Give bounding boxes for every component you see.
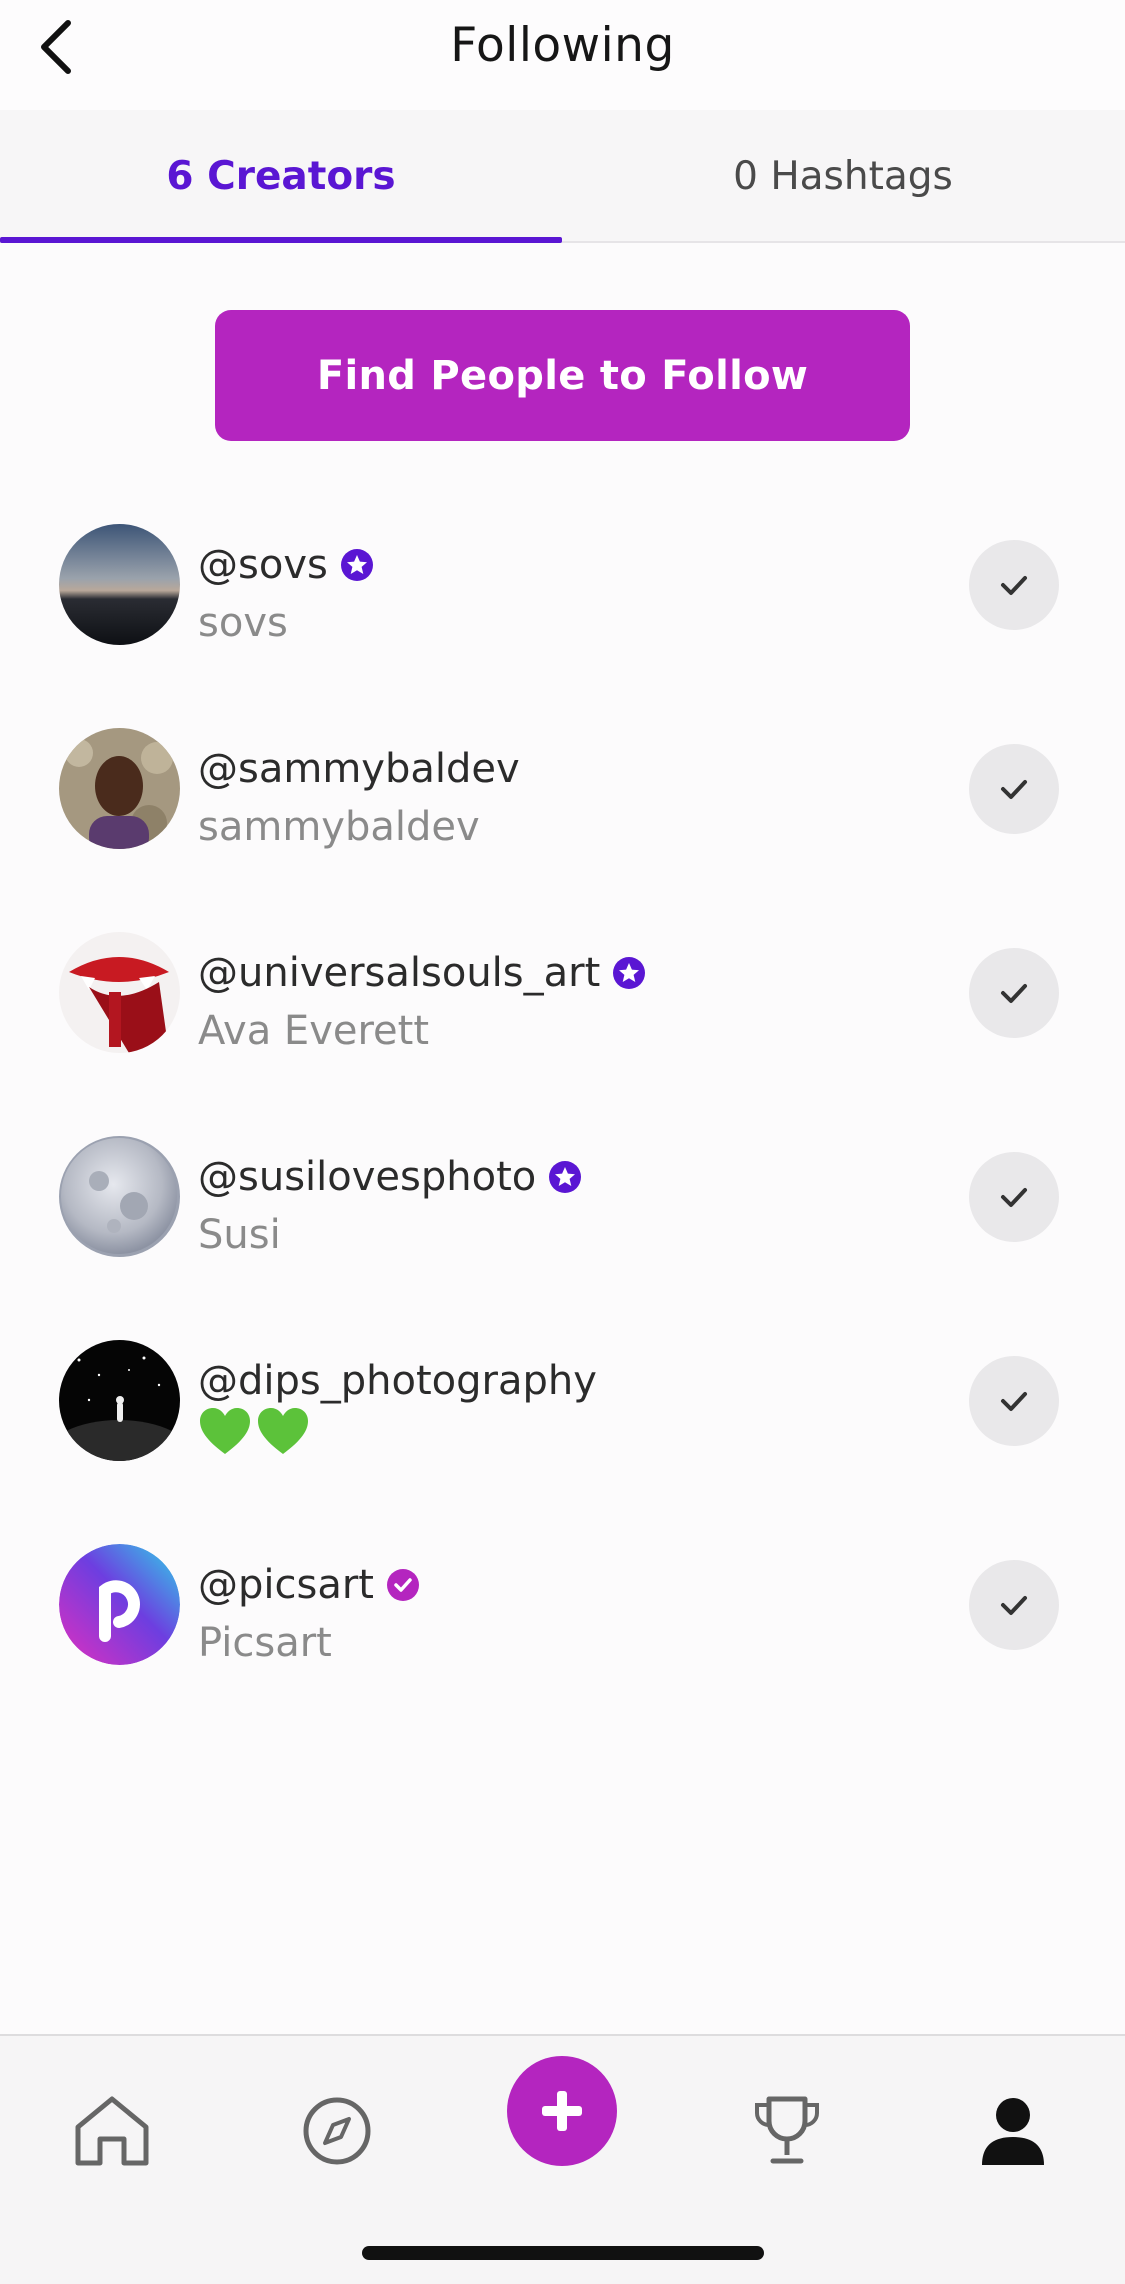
checkmark-icon	[1001, 1188, 1027, 1207]
checkmark-icon	[1001, 984, 1027, 1003]
list-item[interactable]: @susilovesphoto Susi	[0, 1134, 1125, 1338]
find-people-button[interactable]: Find People to Follow	[215, 310, 910, 441]
list-item[interactable]: @picsart Picsart	[0, 1542, 1125, 1746]
following-toggle-button[interactable]	[969, 1560, 1059, 1650]
following-toggle-button[interactable]	[969, 540, 1059, 630]
trophy-icon	[755, 2096, 819, 2164]
top-bar: Following	[0, 0, 1125, 110]
star-badge-icon	[340, 548, 374, 582]
star-badge-icon	[548, 1160, 582, 1194]
creator-name: sammybaldev	[198, 804, 480, 850]
checkmark-icon	[1001, 576, 1027, 595]
plus-icon	[542, 2091, 582, 2131]
creator-name: sovs	[198, 600, 288, 646]
creator-name: Susi	[198, 1212, 281, 1258]
avatar[interactable]	[59, 1340, 180, 1461]
green-heart-icon	[200, 1408, 250, 1454]
creator-handle[interactable]: @dips_photography	[198, 1358, 597, 1404]
nav-challenges[interactable]	[732, 2076, 842, 2186]
nav-profile[interactable]	[958, 2076, 1068, 2186]
creator-handle[interactable]: @sammybaldev	[198, 746, 520, 792]
list-item[interactable]: @sovs sovs	[0, 522, 1125, 726]
home-indicator	[362, 2246, 764, 2260]
creator-handle[interactable]: @picsart	[198, 1562, 374, 1608]
avatar[interactable]	[59, 524, 180, 645]
star-badge-icon	[612, 956, 646, 990]
profile-icon	[982, 2098, 1044, 2165]
following-toggle-button[interactable]	[969, 1152, 1059, 1242]
creator-handle[interactable]: @susilovesphoto	[198, 1154, 536, 1200]
page-title: Following	[450, 18, 675, 73]
tab-bar: 6 Creators 0 Hashtags	[0, 110, 1125, 243]
checkmark-icon	[1001, 780, 1027, 799]
list-item[interactable]: @sammybaldev sammybaldev	[0, 726, 1125, 930]
creator-name: Picsart	[198, 1620, 332, 1666]
nav-create-button[interactable]	[507, 2056, 617, 2166]
checkmark-icon	[1001, 1596, 1027, 1615]
creators-list: @sovs sovs @sammybaldev sammybaldev @uni…	[0, 522, 1125, 1746]
nav-explore[interactable]	[282, 2076, 392, 2186]
avatar[interactable]	[59, 728, 180, 849]
tab-creators[interactable]: 6 Creators	[0, 110, 562, 243]
following-toggle-button[interactable]	[969, 744, 1059, 834]
creator-name	[198, 1406, 310, 1458]
home-icon	[75, 2096, 149, 2166]
green-heart-icon	[258, 1408, 308, 1454]
verified-check-badge-icon	[386, 1568, 420, 1602]
creator-name: Ava Everett	[198, 1008, 430, 1054]
list-item[interactable]: @dips_photography	[0, 1338, 1125, 1542]
creator-handle[interactable]: @sovs	[198, 542, 328, 588]
explore-compass-icon	[303, 2097, 371, 2165]
avatar[interactable]	[59, 1136, 180, 1257]
following-toggle-button[interactable]	[969, 948, 1059, 1038]
active-tab-indicator	[0, 237, 562, 243]
checkmark-icon	[1001, 1392, 1027, 1411]
avatar[interactable]	[59, 932, 180, 1053]
following-toggle-button[interactable]	[969, 1356, 1059, 1446]
creator-handle[interactable]: @universalsouls_art	[198, 950, 600, 996]
tab-hashtags[interactable]: 0 Hashtags	[562, 110, 1124, 243]
nav-home[interactable]	[57, 2076, 167, 2186]
avatar[interactable]	[59, 1544, 180, 1665]
list-item[interactable]: @universalsouls_art Ava Everett	[0, 930, 1125, 1134]
